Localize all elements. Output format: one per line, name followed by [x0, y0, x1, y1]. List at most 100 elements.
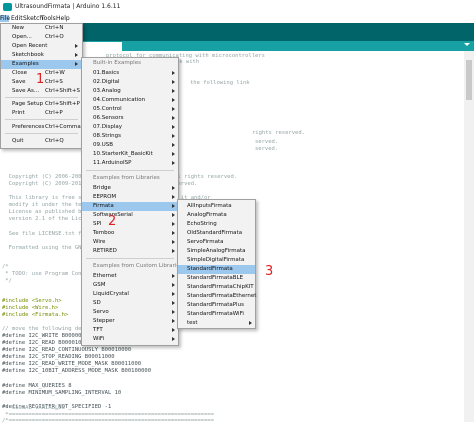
- examples-builtin-header: Built-in Examples: [93, 60, 141, 66]
- code-line: /*======================================…: [2, 418, 214, 424]
- firmata-menu: AllInputsFirmata AnalogFirmata EchoStrin…: [177, 199, 256, 329]
- file-menu-open[interactable]: Open... Ctrl+O: [1, 33, 82, 42]
- menu-edit[interactable]: Edit: [11, 15, 23, 22]
- firmata-item-standardfirmata[interactable]: StandardFirmata: [178, 265, 255, 274]
- sketch-tab[interactable]: [82, 42, 122, 51]
- firmata-item[interactable]: ServoFirmata: [178, 238, 255, 247]
- examples-item[interactable]: 11.ArduinoISP: [82, 159, 178, 168]
- arduino-app-icon: [3, 3, 12, 11]
- firmata-item[interactable]: SimpleAnalogFirmata: [178, 247, 255, 256]
- code-line: */: [2, 278, 12, 284]
- menu-tools[interactable]: Tools: [41, 15, 56, 22]
- menu-file[interactable]: File: [0, 15, 10, 22]
- examples-item[interactable]: Ethernet: [82, 272, 178, 281]
- firmata-item[interactable]: SimpleDigitalFirmata: [178, 256, 255, 265]
- firmata-item[interactable]: StandardFirmataEthernet: [178, 292, 256, 301]
- menu-bar: File Edit Sketch Tools Help: [0, 14, 474, 23]
- examples-custom-header: Examples from Custom Libraries: [93, 263, 183, 269]
- examples-item[interactable]: Temboo: [82, 229, 178, 238]
- submenu-arrow-icon: [172, 328, 175, 332]
- menu-separator: [86, 258, 174, 259]
- code-line: #define I2C_10BIT_ADDRESS_MODE_MASK B001…: [2, 368, 152, 374]
- examples-item[interactable]: SoftwareSerial: [82, 211, 178, 220]
- examples-item[interactable]: 08.Strings: [82, 132, 178, 141]
- examples-item[interactable]: 06.Sensors: [82, 114, 178, 123]
- menu-separator: [5, 119, 78, 120]
- file-menu-save-as[interactable]: Save As... Ctrl+Shift+S: [1, 87, 82, 96]
- examples-item[interactable]: 10.StarterKit_BasicKit: [82, 150, 178, 159]
- file-menu-quit[interactable]: Quit Ctrl+Q: [1, 137, 82, 146]
- submenu-arrow-icon: [172, 89, 175, 93]
- examples-item[interactable]: Bridge: [82, 184, 178, 193]
- submenu-arrow-icon: [172, 134, 175, 138]
- submenu-arrow-icon: [75, 53, 78, 57]
- submenu-arrow-icon: [172, 152, 175, 156]
- tab-menu-chevron-icon[interactable]: [464, 43, 470, 46]
- code-line: rights reserved.: [252, 130, 305, 136]
- editor-scrollbar-thumb[interactable]: [466, 60, 472, 100]
- firmata-item[interactable]: StandardFirmataWiFi: [178, 310, 255, 319]
- examples-item[interactable]: Wire: [82, 238, 178, 247]
- examples-item[interactable]: 04.Communication: [82, 96, 178, 105]
- file-menu-new[interactable]: New Ctrl+N: [1, 24, 82, 33]
- examples-item[interactable]: SD: [82, 299, 178, 308]
- firmata-item[interactable]: OldStandardFirmata: [178, 229, 255, 238]
- firmata-item[interactable]: AnalogFirmata: [178, 211, 255, 220]
- file-menu-preferences[interactable]: Preferences Ctrl+Comma: [1, 123, 82, 132]
- code-line: #define I2C_READ B00001000: [2, 340, 89, 346]
- file-menu-open-recent[interactable]: Open Recent: [1, 42, 82, 51]
- examples-item[interactable]: 02.Digital: [82, 78, 178, 87]
- file-menu-sketchbook[interactable]: Sketchbook: [1, 51, 82, 60]
- submenu-arrow-icon: [172, 231, 175, 235]
- code-line: #define I2C_READ_CONTINUOUSLY B00010000: [2, 347, 132, 353]
- menu-help[interactable]: Help: [56, 15, 70, 22]
- code-line: #define I2C_STOP_READING B00011000: [2, 354, 115, 360]
- firmata-item[interactable]: EchoString: [178, 220, 255, 229]
- examples-item[interactable]: RETIRED: [82, 247, 178, 256]
- examples-item[interactable]: EEPROM: [82, 193, 178, 202]
- submenu-arrow-icon: [172, 71, 175, 75]
- examples-item[interactable]: 03.Analog: [82, 87, 178, 96]
- menu-separator: [5, 133, 78, 134]
- firmata-item[interactable]: StandardFirmataPlus: [178, 301, 255, 310]
- menu-separator: [86, 170, 174, 171]
- file-menu-print[interactable]: Print Ctrl+P: [1, 109, 82, 118]
- file-menu-examples[interactable]: Examples: [1, 60, 82, 69]
- code-line: served.: [255, 146, 279, 152]
- code-line: served.: [255, 139, 279, 145]
- submenu-arrow-icon: [172, 186, 175, 190]
- examples-item[interactable]: 01.Basics: [82, 69, 178, 78]
- editor-scrollbar[interactable]: [464, 51, 474, 422]
- code-line: * GLOBAL VARIABLES: [2, 405, 65, 411]
- firmata-item[interactable]: test: [178, 319, 255, 328]
- examples-item[interactable]: 05.Control: [82, 105, 178, 114]
- code-line: #include <Firmata.h>: [2, 312, 69, 318]
- examples-item[interactable]: 07.Display: [82, 123, 178, 132]
- file-menu-page-setup[interactable]: Page Setup Ctrl+Shift+P: [1, 100, 82, 109]
- submenu-arrow-icon: [172, 292, 175, 296]
- title-bar: UltrasoundFirmata | Arduino 1.6.11: [0, 0, 474, 15]
- examples-item[interactable]: SPI: [82, 220, 178, 229]
- examples-item[interactable]: TFT: [82, 326, 178, 335]
- firmata-item[interactable]: AllInputsFirmata: [178, 202, 255, 211]
- examples-item[interactable]: WiFi: [82, 335, 178, 344]
- step-annotation-3: 3: [265, 264, 274, 279]
- code-line: /*: [2, 264, 9, 270]
- window-title: UltrasoundFirmata | Arduino 1.6.11: [15, 3, 121, 10]
- code-line: the following link: [190, 80, 250, 86]
- examples-item[interactable]: GSM: [82, 281, 178, 290]
- submenu-arrow-icon: [172, 274, 175, 278]
- examples-item-firmata[interactable]: Firmata: [82, 202, 178, 211]
- examples-item[interactable]: Stepper: [82, 317, 178, 326]
- submenu-arrow-icon: [75, 44, 78, 48]
- code-line: #include <Wire.h>: [2, 305, 59, 311]
- firmata-item[interactable]: StandardFirmataChipKIT: [178, 283, 255, 292]
- firmata-item[interactable]: StandardFirmataBLE: [178, 274, 255, 283]
- examples-item[interactable]: 09.USB: [82, 141, 178, 150]
- code-line: #define MINIMUM_SAMPLING_INTERVAL 10: [2, 390, 122, 396]
- examples-item[interactable]: Servo: [82, 308, 178, 317]
- submenu-arrow-icon: [172, 195, 175, 199]
- submenu-arrow-icon: [172, 125, 175, 129]
- examples-item[interactable]: LiquidCrystal: [82, 290, 178, 299]
- code-line: #include <Servo.h>: [2, 298, 62, 304]
